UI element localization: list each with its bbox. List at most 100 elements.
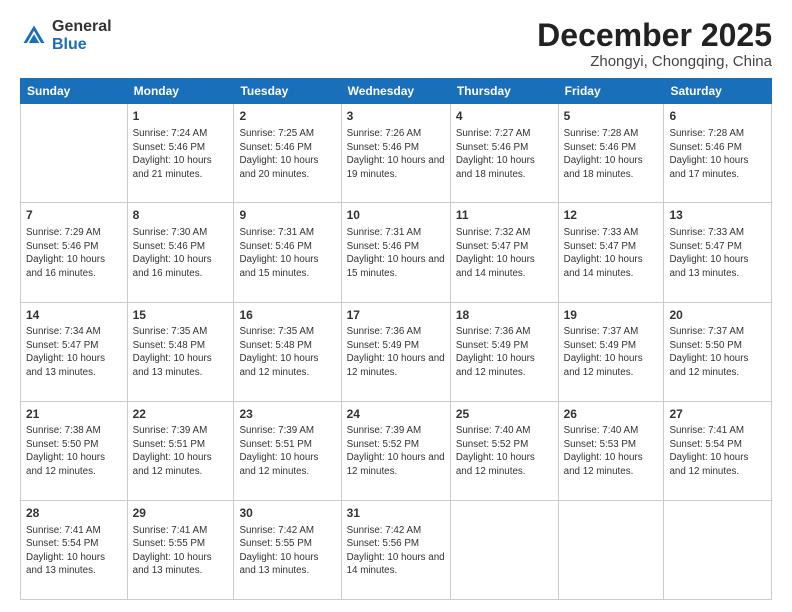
day-number: 11 [456, 207, 553, 224]
page: General Blue December 2025 Zhongyi, Chon… [0, 0, 792, 612]
table-row: 22Sunrise: 7:39 AM Sunset: 5:51 PM Dayli… [127, 401, 234, 500]
cell-info: Sunrise: 7:30 AM Sunset: 5:46 PM Dayligh… [133, 226, 229, 280]
table-row: 17Sunrise: 7:36 AM Sunset: 5:49 PM Dayli… [341, 302, 450, 401]
day-number: 21 [26, 406, 122, 423]
day-number: 15 [133, 307, 229, 324]
logo-text: General Blue [52, 18, 112, 53]
table-row [21, 104, 128, 203]
cell-info: Sunrise: 7:28 AM Sunset: 5:46 PM Dayligh… [669, 127, 766, 181]
calendar-week-row: 21Sunrise: 7:38 AM Sunset: 5:50 PM Dayli… [21, 401, 772, 500]
cell-info: Sunrise: 7:42 AM Sunset: 5:56 PM Dayligh… [347, 524, 445, 578]
table-row: 31 Sunrise: 7:42 AM Sunset: 5:56 PM Dayli… [341, 500, 450, 599]
table-row [664, 500, 772, 599]
col-wednesday: Wednesday [341, 79, 450, 104]
col-thursday: Thursday [450, 79, 558, 104]
cell-info: Sunrise: 7:39 AM Sunset: 5:51 PM Dayligh… [133, 424, 229, 478]
day-number: 25 [456, 406, 553, 423]
cell-info: Sunrise: 7:31 AM Sunset: 5:46 PM Dayligh… [239, 226, 335, 280]
cell-info: Sunrise: 7:36 AM Sunset: 5:49 PM Dayligh… [347, 325, 445, 379]
table-row: 29 Sunrise: 7:41 AM Sunset: 5:55 PM Dayli… [127, 500, 234, 599]
header: General Blue December 2025 Zhongyi, Chon… [20, 18, 772, 70]
day-number: 4 [456, 108, 553, 125]
month-title: December 2025 [537, 18, 772, 53]
day-number: 29 [133, 505, 229, 522]
calendar-week-row: 28Sunrise: 7:41 AM Sunset: 5:54 PM Dayli… [21, 500, 772, 599]
day-number: 9 [239, 207, 335, 224]
table-row: 21Sunrise: 7:38 AM Sunset: 5:50 PM Dayli… [21, 401, 128, 500]
day-number: 16 [239, 307, 335, 324]
table-row: 10 Sunrise: 7:31 AM Sunset: 5:46 PM Dayli… [341, 203, 450, 302]
table-row: 3Sunrise: 7:26 AM Sunset: 5:46 PM Daylig… [341, 104, 450, 203]
day-number: 3 [347, 108, 445, 125]
table-row [450, 500, 558, 599]
col-sunday: Sunday [21, 79, 128, 104]
day-number: 17 [347, 307, 445, 324]
col-saturday: Saturday [664, 79, 772, 104]
cell-info: Sunrise: 7:33 AM Sunset: 5:47 PM Dayligh… [564, 226, 659, 280]
cell-info: Sunrise: 7:41 AM Sunset: 5:54 PM Dayligh… [26, 524, 122, 578]
cell-info: Sunrise: 7:29 AM Sunset: 5:46 PM Dayligh… [26, 226, 122, 280]
table-row: 25Sunrise: 7:40 AM Sunset: 5:52 PM Dayli… [450, 401, 558, 500]
cell-info: Sunrise: 7:37 AM Sunset: 5:50 PM Dayligh… [669, 325, 766, 379]
table-row: 8 Sunrise: 7:30 AM Sunset: 5:46 PM Daylig… [127, 203, 234, 302]
table-row: 16Sunrise: 7:35 AM Sunset: 5:48 PM Dayli… [234, 302, 341, 401]
col-monday: Monday [127, 79, 234, 104]
table-row: 28Sunrise: 7:41 AM Sunset: 5:54 PM Dayli… [21, 500, 128, 599]
cell-info: Sunrise: 7:39 AM Sunset: 5:51 PM Dayligh… [239, 424, 335, 478]
table-row: 6 Sunrise: 7:28 AM Sunset: 5:46 PM Daylig… [664, 104, 772, 203]
day-number: 13 [669, 207, 766, 224]
cell-info: Sunrise: 7:38 AM Sunset: 5:50 PM Dayligh… [26, 424, 122, 478]
table-row: 19Sunrise: 7:37 AM Sunset: 5:49 PM Dayli… [558, 302, 664, 401]
col-friday: Friday [558, 79, 664, 104]
calendar-week-row: 14Sunrise: 7:34 AM Sunset: 5:47 PM Dayli… [21, 302, 772, 401]
day-number: 10 [347, 207, 445, 224]
cell-info: Sunrise: 7:40 AM Sunset: 5:53 PM Dayligh… [564, 424, 659, 478]
cell-info: Sunrise: 7:39 AM Sunset: 5:52 PM Dayligh… [347, 424, 445, 478]
table-row: 2Sunrise: 7:25 AM Sunset: 5:46 PM Daylig… [234, 104, 341, 203]
day-number: 7 [26, 207, 122, 224]
calendar-header-row: Sunday Monday Tuesday Wednesday Thursday… [21, 79, 772, 104]
day-number: 1 [133, 108, 229, 125]
calendar-week-row: 7 Sunrise: 7:29 AM Sunset: 5:46 PM Daylig… [21, 203, 772, 302]
table-row: 27Sunrise: 7:41 AM Sunset: 5:54 PM Dayli… [664, 401, 772, 500]
table-row [558, 500, 664, 599]
cell-info: Sunrise: 7:41 AM Sunset: 5:54 PM Dayligh… [669, 424, 766, 478]
cell-info: Sunrise: 7:35 AM Sunset: 5:48 PM Dayligh… [239, 325, 335, 379]
day-number: 6 [669, 108, 766, 125]
cell-info: Sunrise: 7:32 AM Sunset: 5:47 PM Dayligh… [456, 226, 553, 280]
table-row: 18Sunrise: 7:36 AM Sunset: 5:49 PM Dayli… [450, 302, 558, 401]
logo-general-text: General [52, 18, 112, 35]
day-number: 19 [564, 307, 659, 324]
table-row: 14Sunrise: 7:34 AM Sunset: 5:47 PM Dayli… [21, 302, 128, 401]
cell-info: Sunrise: 7:34 AM Sunset: 5:47 PM Dayligh… [26, 325, 122, 379]
day-number: 27 [669, 406, 766, 423]
table-row: 26Sunrise: 7:40 AM Sunset: 5:53 PM Dayli… [558, 401, 664, 500]
calendar-table: Sunday Monday Tuesday Wednesday Thursday… [20, 78, 772, 600]
cell-info: Sunrise: 7:28 AM Sunset: 5:46 PM Dayligh… [564, 127, 659, 181]
title-block: December 2025 Zhongyi, Chongqing, China [537, 18, 772, 70]
table-row: 24Sunrise: 7:39 AM Sunset: 5:52 PM Dayli… [341, 401, 450, 500]
table-row: 1Sunrise: 7:24 AM Sunset: 5:46 PM Daylig… [127, 104, 234, 203]
col-tuesday: Tuesday [234, 79, 341, 104]
day-number: 8 [133, 207, 229, 224]
cell-info: Sunrise: 7:41 AM Sunset: 5:55 PM Dayligh… [133, 524, 229, 578]
table-row: 13 Sunrise: 7:33 AM Sunset: 5:47 PM Dayli… [664, 203, 772, 302]
table-row: 20Sunrise: 7:37 AM Sunset: 5:50 PM Dayli… [664, 302, 772, 401]
cell-info: Sunrise: 7:35 AM Sunset: 5:48 PM Dayligh… [133, 325, 229, 379]
table-row: 12Sunrise: 7:33 AM Sunset: 5:47 PM Dayli… [558, 203, 664, 302]
table-row: 11 Sunrise: 7:32 AM Sunset: 5:47 PM Dayli… [450, 203, 558, 302]
table-row: 9 Sunrise: 7:31 AM Sunset: 5:46 PM Daylig… [234, 203, 341, 302]
cell-info: Sunrise: 7:40 AM Sunset: 5:52 PM Dayligh… [456, 424, 553, 478]
day-number: 23 [239, 406, 335, 423]
calendar-week-row: 1Sunrise: 7:24 AM Sunset: 5:46 PM Daylig… [21, 104, 772, 203]
table-row: 4Sunrise: 7:27 AM Sunset: 5:46 PM Daylig… [450, 104, 558, 203]
cell-info: Sunrise: 7:31 AM Sunset: 5:46 PM Dayligh… [347, 226, 445, 280]
day-number: 18 [456, 307, 553, 324]
cell-info: Sunrise: 7:25 AM Sunset: 5:46 PM Dayligh… [239, 127, 335, 181]
day-number: 24 [347, 406, 445, 423]
cell-info: Sunrise: 7:33 AM Sunset: 5:47 PM Dayligh… [669, 226, 766, 280]
day-number: 20 [669, 307, 766, 324]
table-row: 7 Sunrise: 7:29 AM Sunset: 5:46 PM Daylig… [21, 203, 128, 302]
day-number: 5 [564, 108, 659, 125]
day-number: 31 [347, 505, 445, 522]
